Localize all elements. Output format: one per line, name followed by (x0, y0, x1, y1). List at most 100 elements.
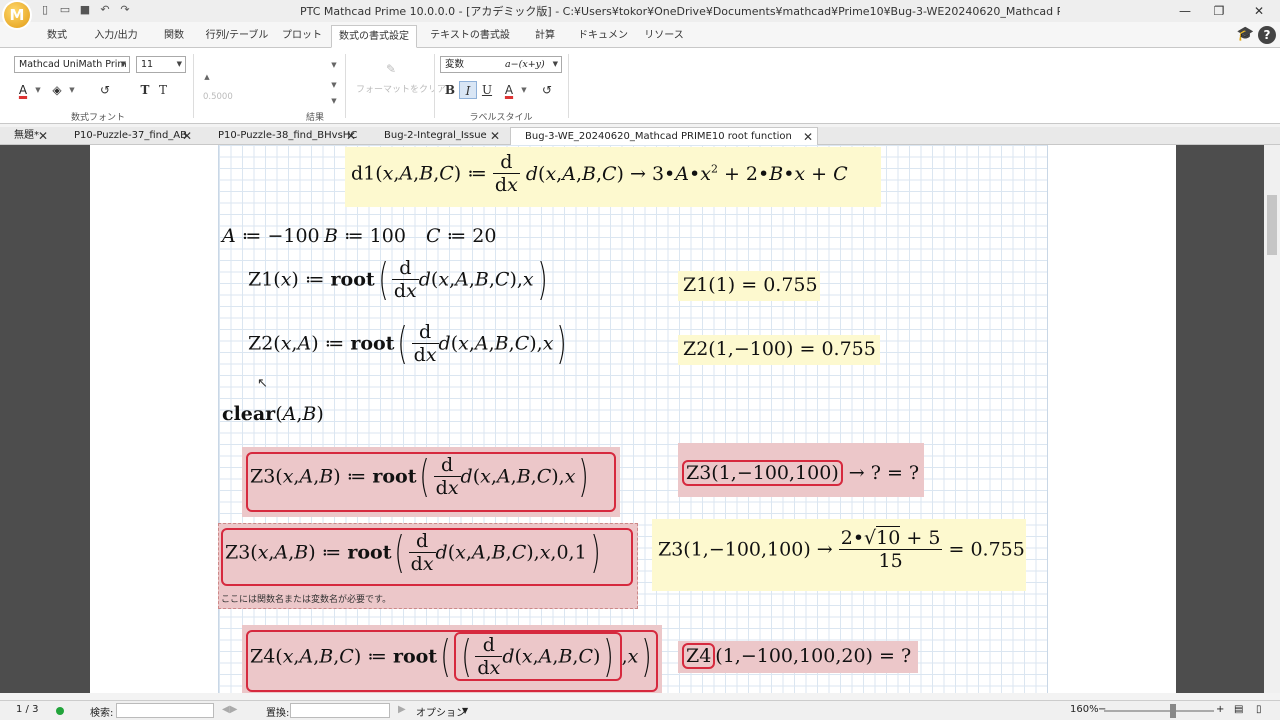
font-name-dropdown[interactable]: Mathcad UniMath Prim ▼ (14, 56, 130, 73)
search-label: 検索: (90, 708, 114, 719)
zoom-slider-thumb[interactable] (1170, 704, 1176, 718)
minimize-icon[interactable]: — (1166, 0, 1204, 22)
page-view-icon[interactable]: ▤ (1234, 704, 1243, 715)
close-tab-icon[interactable]: ✕ (182, 127, 192, 145)
tab-calculation[interactable]: 計算 (526, 25, 564, 48)
superscript-icon[interactable]: T (136, 81, 154, 99)
eraser-icon[interactable]: ✎ (382, 60, 400, 78)
calc-status-icon (56, 707, 64, 715)
font-color-dropdown-icon[interactable]: ▼ (34, 81, 42, 99)
tab-math[interactable]: 数式 (36, 25, 78, 48)
doc-tab-untitled[interactable]: 無題* ✕ (0, 127, 52, 145)
scrollbar-thumb[interactable] (1267, 195, 1277, 255)
reset-font-icon[interactable]: ↺ (96, 81, 114, 99)
title-bar: M ▯ ▭ ■ ↶ ↷ PTC Mathcad Prime 10.0.0.0 -… (0, 0, 1280, 28)
math-region-assign-a[interactable]: A ≔ −100 (222, 225, 320, 247)
ribbon-divider (568, 54, 569, 118)
tab-plots[interactable]: プロット (280, 25, 324, 48)
math-region-z1-eval[interactable]: Z1(1) = 0.755 (678, 271, 820, 301)
reset-label-icon[interactable]: ↺ (538, 81, 556, 99)
subscript-icon[interactable]: T (154, 81, 172, 99)
tab-math-formatting[interactable]: 数式の書式設定 (331, 25, 417, 48)
clear-format-button[interactable]: フォーマットをクリア (356, 82, 446, 95)
doc-tab-bug-2[interactable]: Bug-2-Integral_Issue ✕ (370, 127, 504, 145)
error-region-z3-eval[interactable]: Z3(1,−100,100) → ? = ? (678, 443, 924, 497)
replace-icon[interactable]: ▶ (398, 704, 406, 715)
font-color-icon[interactable]: A (14, 81, 32, 99)
tab-input-output[interactable]: 入力/出力 (88, 25, 144, 48)
vertical-scrollbar[interactable] (1264, 145, 1280, 693)
error-region-z4-eval[interactable]: Z4 (1,−100,100,20) = ? (678, 641, 918, 673)
draft-view-icon[interactable]: ▯ (1256, 704, 1262, 715)
math-region-assign-c[interactable]: C ≔ 20 (426, 225, 496, 247)
doc-tab-puzzle-37[interactable]: P10-Puzzle-37_find_AB ✕ (60, 127, 196, 145)
label-group-label: ラベルスタイル (469, 113, 533, 123)
label-style-dropdown[interactable]: 変数 a−(x+y) ▼ (440, 56, 562, 73)
highlight-color-icon[interactable]: ◈ (48, 81, 66, 99)
status-bar: 1 / 3 検索: ◀▶ 置換: ▶ オプション ▼ 160% − + ▤ ▯ (0, 700, 1280, 720)
graduation-cap-icon[interactable]: 🎓 (1237, 26, 1254, 42)
undo-icon[interactable]: ↶ (98, 3, 112, 17)
ribbon-tabs: 数式 入力/出力 関数 行列/テーブル プロット 数式の書式設定 テキストの書式… (0, 22, 1280, 63)
error-region-z3-guess[interactable]: Z3(x,A,B) ≔ root(d dx d(x,A,B,C),x,0,1) ここ… (218, 523, 638, 609)
zoom-slider[interactable] (1104, 710, 1214, 712)
label-color-dropdown-icon[interactable]: ▼ (520, 81, 528, 99)
ribbon-divider (193, 54, 194, 118)
math-region-z2-eval[interactable]: Z2(1,−100) = 0.755 (678, 335, 880, 365)
close-tab-icon[interactable]: ✕ (490, 127, 500, 145)
close-tab-icon[interactable]: ✕ (38, 127, 48, 145)
save-icon[interactable]: ■ (78, 3, 92, 17)
options-button[interactable]: オプション (416, 704, 466, 719)
result-group-label: 結果 (305, 113, 324, 123)
label-color-icon[interactable]: A (500, 81, 518, 99)
math-region-z3-symbolic[interactable]: Z3(1,−100,100) → 2•√10 + 5 15 = 0.755 (652, 519, 1026, 591)
tab-resources[interactable]: リソース (642, 25, 686, 48)
math-region-assign-b[interactable]: B ≔ 100 (324, 225, 406, 247)
page-indicator: 1 / 3 (16, 704, 39, 715)
math-region-d1[interactable]: d1(x,A,B,C) ≔ d dx d(x,A,B,C) → 3•A•x2 + … (345, 147, 881, 207)
tab-text-formatting[interactable]: テキストの書式設定 (427, 25, 513, 63)
tab-document[interactable]: ドキュメント (575, 25, 631, 63)
tab-matrices-tables[interactable]: 行列/テーブル (205, 25, 269, 48)
options-dropdown-icon[interactable]: ▼ (462, 706, 468, 715)
document-tabs: 無題* ✕ P10-Puzzle-37_find_AB ✕ P10-Puzzle-3… (0, 127, 1280, 160)
search-prev-icon[interactable]: ◀▶ (222, 704, 237, 715)
bold-button[interactable]: B (441, 81, 459, 99)
ribbon-panel: Mathcad UniMath Prim ▼ 11 ▼ A ▼ ◈ ▼ ↺ T T … (0, 48, 1280, 124)
search-input[interactable] (116, 703, 214, 718)
error-region-z4-def[interactable]: Z4(x,A,B,C) ≔ root((d dx d(x,A,B,C)) ,x) (242, 625, 662, 693)
error-message: ここには関数名または変数名が必要です。 (221, 595, 392, 605)
highlight-dropdown-icon[interactable]: ▼ (68, 81, 76, 99)
result-value: 0.5000 (203, 92, 233, 102)
replace-input[interactable] (290, 703, 390, 718)
open-folder-icon[interactable]: ▭ (58, 3, 72, 17)
help-icon[interactable]: ? (1258, 26, 1276, 44)
close-icon[interactable]: ✕ (1240, 0, 1278, 22)
zoom-level: 160% (1070, 704, 1099, 715)
italic-button[interactable]: I (459, 81, 477, 99)
font-group-label: 数式フォント (70, 113, 125, 123)
replace-label: 置換: (266, 708, 290, 719)
doc-tab-puzzle-38[interactable]: P10-Puzzle-38_find_BHvsHC ✕ (204, 127, 360, 145)
close-tab-icon[interactable]: ✕ (346, 127, 356, 145)
math-region-clear[interactable]: clear(A,B) (222, 403, 324, 425)
result-up-icon[interactable]: ▼ (330, 56, 338, 74)
ribbon-divider (345, 54, 346, 118)
mathcad-logo-icon[interactable]: M (4, 2, 30, 28)
tab-functions[interactable]: 関数 (155, 25, 193, 48)
new-file-icon[interactable]: ▯ (38, 3, 52, 17)
doc-tab-bug-3[interactable]: Bug-3-WE_20240620_Mathcad PRIME10 root f… (510, 127, 818, 160)
zoom-in-icon[interactable]: + (1216, 704, 1224, 715)
close-tab-icon[interactable]: ✕ (803, 128, 813, 146)
mouse-cursor-icon: ↖ (257, 376, 268, 391)
math-region-z2-def[interactable]: Z2(x,A) ≔ root(d dx d(x,A,B,C),x) (248, 321, 571, 366)
window-title: PTC Mathcad Prime 10.0.0.0 - [アカデミック版] -… (300, 5, 1060, 18)
redo-icon[interactable]: ↷ (118, 3, 132, 17)
restore-icon[interactable]: ❐ (1200, 0, 1238, 22)
math-region-z1-def[interactable]: Z1(x) ≔ root(d dx d(x,A,B,C),x) (248, 257, 551, 302)
underline-button[interactable]: U (478, 81, 496, 99)
result-format-arrow-icon[interactable]: ▼ (330, 92, 338, 110)
error-region-z3-def[interactable]: Z3(x,A,B) ≔ root(d dx d(x,A,B,C),x) (242, 447, 620, 517)
result-spinner-icon[interactable]: ▲ (203, 68, 211, 86)
font-size-dropdown[interactable]: 11 ▼ (136, 56, 186, 73)
